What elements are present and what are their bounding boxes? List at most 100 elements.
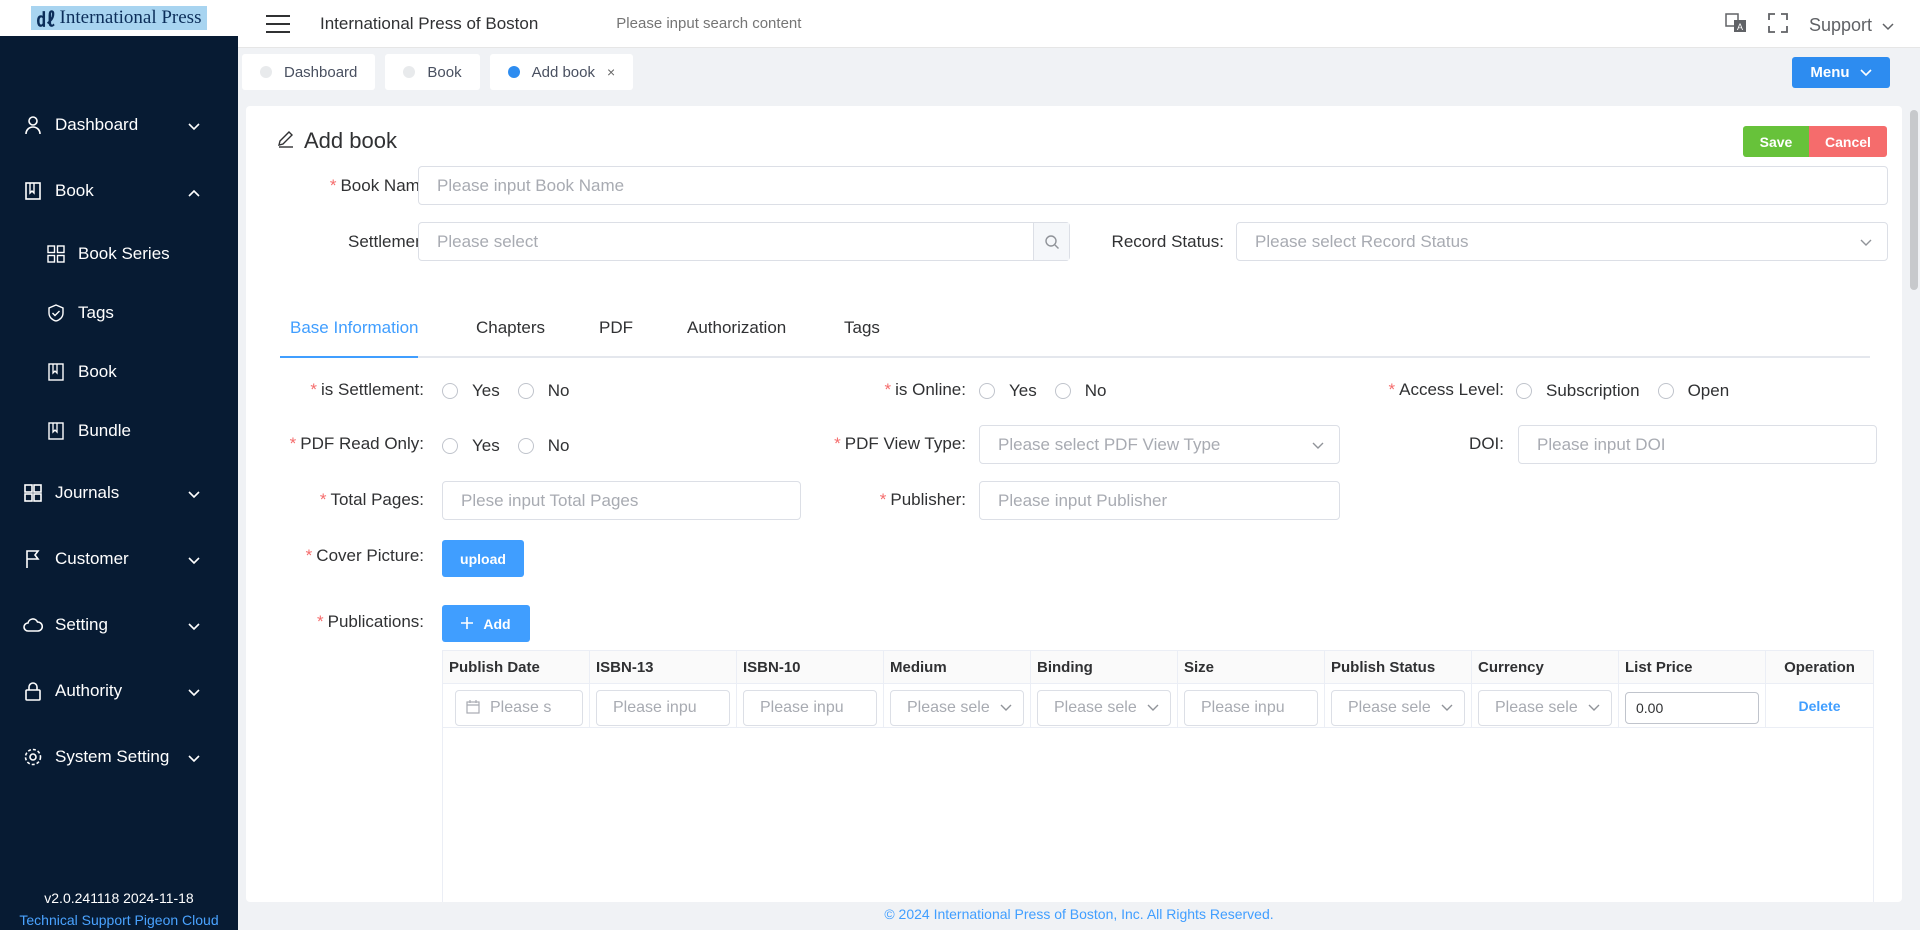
doi-input[interactable]: Please input DOI [1518, 425, 1877, 464]
book-name-label: * Book Name: [329, 176, 434, 195]
page-title-text: Add book [304, 128, 397, 153]
scrollbar[interactable] [1910, 110, 1918, 290]
publisher-input[interactable]: Please input Publisher [979, 481, 1340, 520]
tab-dot-icon [507, 66, 520, 78]
cell-publish-status: Please sele [1325, 684, 1472, 728]
sidebar-item-book-series[interactable]: Book Series [0, 224, 238, 283]
cell-currency: Please sele [1472, 684, 1619, 728]
pdf-read-only-label: * PDF Read Only: [289, 434, 424, 453]
radio-no[interactable] [1054, 383, 1071, 399]
sidebar-item-bundle[interactable]: Bundle [0, 401, 238, 460]
sidebar-item-label: Authority [55, 681, 123, 700]
sidebar-item-system-setting[interactable]: System Setting [0, 724, 238, 790]
sidebar-item-dashboard[interactable]: Dashboard [0, 92, 238, 158]
delete-button[interactable]: Delete [1772, 690, 1867, 722]
logo[interactable]: ㎗ International Press [30, 6, 208, 31]
tab-pdf[interactable]: PDF [599, 318, 633, 338]
tech-support-link[interactable]: Technical Support Pigeon Cloud [0, 912, 238, 928]
support-dropdown[interactable]: Support [1809, 15, 1894, 36]
radio-no[interactable] [517, 383, 534, 399]
add-publication-button[interactable]: Add [442, 605, 530, 642]
shield-check-icon [46, 303, 66, 323]
list-price-input[interactable]: 0.00 [1625, 692, 1759, 724]
currency-select[interactable]: Please sele [1478, 690, 1612, 726]
radio-open[interactable] [1657, 383, 1674, 399]
tab-label: Add book [531, 63, 595, 81]
binding-select[interactable]: Please sele [1037, 690, 1171, 726]
fullscreen-icon[interactable] [1767, 12, 1789, 39]
tab-tags[interactable]: Tags [844, 318, 880, 338]
lock-icon [22, 680, 44, 702]
sidebar-item-authority[interactable]: Authority [0, 658, 238, 724]
tab-base-information[interactable]: Base Information [290, 318, 419, 338]
sidebar-item-tags[interactable]: Tags [0, 283, 238, 342]
tab-dot-icon [260, 66, 272, 78]
sidebar-item-journals[interactable]: Journals [0, 460, 238, 526]
publish-date-picker[interactable]: Please s [455, 690, 583, 726]
isbn10-input[interactable]: Please inpu [743, 690, 877, 726]
hamburger-icon[interactable] [266, 14, 290, 33]
logo-bar: ㎗ International Press [0, 0, 238, 36]
sidebar-item-setting[interactable]: Setting [0, 592, 238, 658]
chevron-down-icon [1146, 701, 1160, 720]
brand-title: International Press of Boston [320, 13, 539, 33]
radio-yes[interactable] [442, 383, 458, 399]
cancel-button[interactable]: Cancel [1809, 126, 1887, 157]
tab-authorization[interactable]: Authorization [687, 318, 786, 338]
pdf-view-type-select[interactable]: Please select PDF View Type [979, 425, 1340, 464]
grid-icon [46, 244, 66, 264]
col-binding: Binding [1031, 651, 1178, 684]
cell-binding: Please sele [1031, 684, 1178, 728]
book-icon [22, 180, 44, 202]
menu-button[interactable]: Menu [1792, 57, 1890, 88]
chevron-down-icon [188, 682, 200, 702]
col-publish-date: Publish Date [443, 651, 590, 684]
radio-yes[interactable] [442, 438, 458, 454]
main-panel: Add book Save Cancel * Book Name: Please … [246, 106, 1902, 902]
cell-isbn10: Please inpu [737, 684, 884, 728]
upload-button[interactable]: upload [442, 540, 524, 577]
chevron-down-icon [1859, 234, 1873, 254]
cell-operation: Delete [1766, 684, 1873, 728]
medium-select[interactable]: Please sele [890, 690, 1024, 726]
chevron-down-icon [1860, 64, 1872, 81]
isbn13-input[interactable]: Please inpu [596, 690, 730, 726]
publish-status-select[interactable]: Please sele [1331, 690, 1465, 726]
chevron-down-icon [1440, 701, 1454, 720]
radio-yes[interactable] [979, 383, 995, 399]
support-label: Support [1808, 15, 1872, 35]
pdf-view-type-label: * PDF View Type: [834, 434, 966, 453]
sidebar-item-label: Tags [78, 302, 114, 322]
search-icon[interactable] [1033, 223, 1069, 260]
save-button[interactable]: Save [1743, 126, 1809, 157]
cover-picture-label: * Cover Picture: [305, 546, 424, 565]
size-input[interactable]: Please inpu [1184, 690, 1318, 726]
sidebar-item-book-sub[interactable]: Book [0, 342, 238, 401]
chevron-down-icon [188, 616, 200, 636]
tab-add-book[interactable]: Add book × [489, 54, 634, 90]
translate-icon[interactable]: A [1725, 12, 1747, 39]
is-settlement-label: * is Settlement: [310, 380, 424, 399]
tab-chapters[interactable]: Chapters [476, 318, 545, 338]
search-input[interactable] [616, 15, 1017, 32]
copyright-footer: © 2024 International Press of Boston, In… [884, 906, 1274, 922]
radio-no[interactable] [517, 438, 534, 454]
settlement-select[interactable]: Please select [418, 222, 1070, 261]
sidebar-item-label: Customer [55, 549, 129, 568]
tab-book[interactable]: Book [385, 54, 480, 90]
sidebar-item-customer[interactable]: Customer [0, 526, 238, 592]
sidebar-item-book[interactable]: Book [0, 158, 238, 224]
total-pages-input[interactable]: Plese input Total Pages [442, 481, 801, 520]
book-icon [46, 421, 66, 441]
menu-button-label: Menu [1810, 64, 1850, 81]
edit-icon [276, 128, 296, 154]
chevron-down-icon [1882, 15, 1894, 36]
col-publish-status: Publish Status [1325, 651, 1472, 684]
record-status-select[interactable]: Please select Record Status [1236, 222, 1888, 261]
tab-dashboard[interactable]: Dashboard [242, 54, 376, 90]
radio-subscription[interactable] [1516, 383, 1532, 399]
col-operation: Operation [1784, 659, 1855, 676]
book-name-input[interactable]: Please input Book Name [418, 166, 1888, 205]
close-icon[interactable]: × [607, 64, 615, 80]
publications-label: * Publications: [316, 612, 424, 631]
